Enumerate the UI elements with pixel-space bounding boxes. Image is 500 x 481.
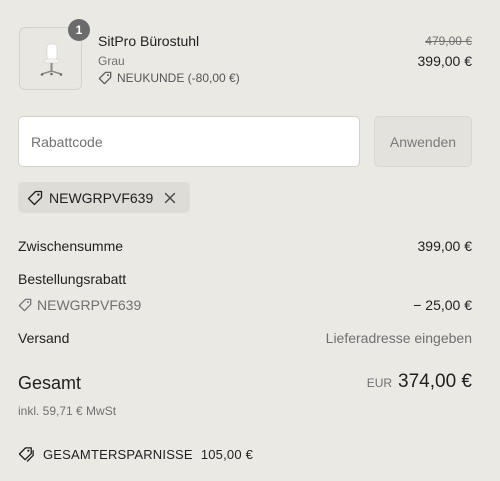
applied-code-chip: NEWGRPVF639 — [18, 182, 190, 213]
product-price: 399,00 € — [417, 53, 473, 69]
total-amount: 374,00 € — [398, 371, 472, 392]
order-discount-code-label: NEWGRPVF639 — [37, 297, 142, 313]
tags-icon — [18, 447, 34, 462]
shipping-value: Lieferadresse eingeben — [325, 330, 472, 346]
tag-icon — [18, 298, 32, 312]
remove-code-button[interactable] — [163, 191, 177, 205]
subtotal-label: Zwischensumme — [18, 238, 124, 254]
quantity-badge: 1 — [68, 19, 90, 41]
order-discount-code: NEWGRPVF639 — [18, 297, 141, 313]
product-name: SitPro Bürostuhl — [98, 33, 200, 49]
total-label: Gesamt — [18, 373, 82, 393]
applied-code-label: NEWGRPVF639 — [49, 189, 154, 206]
discount-code-input[interactable] — [18, 116, 360, 167]
product-discount: NEUKUNDE (-80,00 €) — [98, 71, 240, 85]
order-discount-value: − 25,00 € — [413, 297, 472, 313]
total-currency: EUR — [366, 376, 393, 390]
total-value: EUR 374,00 € — [367, 371, 472, 393]
tag-icon — [27, 190, 43, 205]
shipping-label: Versand — [18, 330, 70, 346]
savings-label: GESAMTERSPARNISSE — [43, 447, 193, 462]
original-price: 479,00 € — [425, 34, 472, 48]
product-discount-label: NEUKUNDE (-80,00 €) — [117, 71, 240, 85]
tag-icon — [98, 71, 112, 85]
apply-button[interactable]: Anwenden — [374, 116, 472, 167]
product-variant: Grau — [98, 54, 125, 68]
total-savings: GESAMTERSPARNISSE 105,00 € — [18, 446, 253, 463]
tax-note: inkl. 59,71 € MwSt — [18, 404, 117, 418]
subtotal-value: 399,00 € — [417, 238, 473, 254]
order-discount-label: Bestellungsrabatt — [18, 271, 127, 287]
savings-value: 105,00 € — [200, 447, 254, 462]
close-icon — [165, 192, 176, 203]
